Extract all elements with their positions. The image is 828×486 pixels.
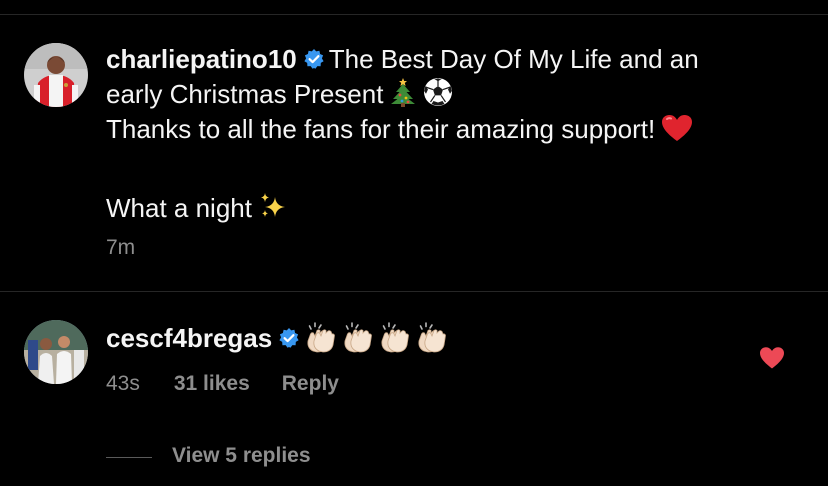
post-author-avatar[interactable] <box>24 43 88 107</box>
comment-timestamp: 43s <box>106 372 140 395</box>
verified-badge-icon <box>278 325 300 356</box>
sparkles-icon <box>258 191 288 228</box>
clapping-hands-icon <box>378 321 412 360</box>
caption-text-2: early Christmas Present <box>106 79 384 109</box>
commenter-avatar[interactable] <box>24 320 88 384</box>
christmas-tree-icon <box>389 77 417 114</box>
avatar-image <box>24 43 88 107</box>
caption-first-line: charliepatino10 The Best Day Of My Life a… <box>106 44 806 77</box>
caption-fourth-line: What a night <box>106 191 806 228</box>
top-divider <box>0 14 828 15</box>
clapping-hands-icon <box>304 321 338 360</box>
red-heart-icon <box>661 114 693 149</box>
caption-text-1: The Best Day Of My Life and an <box>328 44 699 74</box>
comments-divider <box>0 291 828 292</box>
comment-text: cescf4bregas <box>106 321 452 360</box>
clapping-hands-icon <box>415 321 449 360</box>
soccer-ball-icon <box>423 77 453 114</box>
post-username[interactable]: charliepatino10 <box>106 44 297 74</box>
caption-text-4: What a night <box>106 193 252 223</box>
clapping-hands-icon <box>341 321 375 360</box>
verified-badge-icon <box>303 46 325 77</box>
post-timestamp: 7m <box>106 236 136 259</box>
caption-text-3: Thanks to all the fans for their amazing… <box>106 114 656 144</box>
comment-meta: 43s 31 likes Reply <box>106 372 339 396</box>
post-caption: charliepatino10 The Best Day Of My Life a… <box>106 44 806 228</box>
like-comment-button[interactable] <box>759 346 785 370</box>
caption-second-line: early Christmas Present <box>106 77 806 114</box>
reply-button[interactable]: Reply <box>282 372 339 396</box>
comment-likes-link[interactable]: 31 likes <box>174 372 250 396</box>
heart-filled-icon <box>760 347 784 369</box>
comment-username[interactable]: cescf4bregas <box>106 323 272 353</box>
view-replies-button[interactable]: View 5 replies <box>172 444 311 468</box>
caption-third-line: Thanks to all the fans for their amazing… <box>106 114 806 149</box>
replies-connector-line <box>106 457 152 458</box>
commenter-avatar-image <box>24 320 88 384</box>
